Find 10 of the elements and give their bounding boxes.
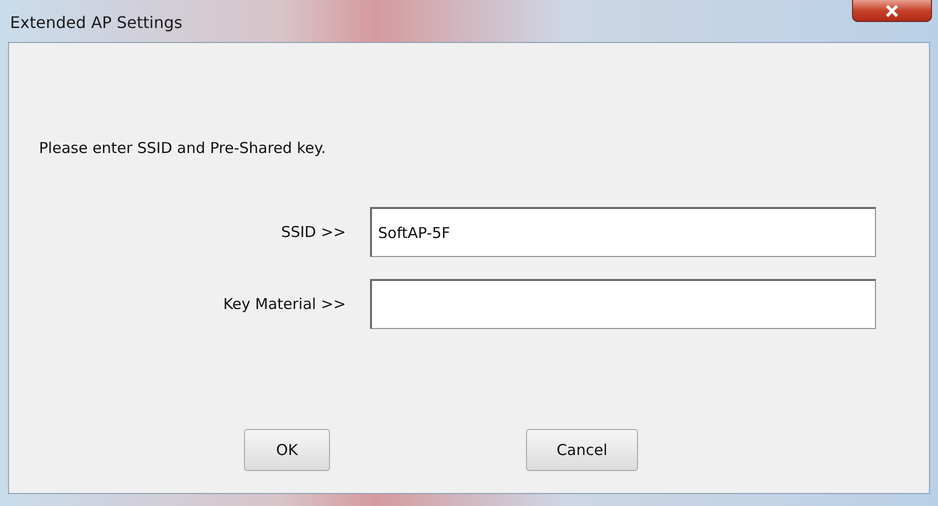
dialog-button[interactable]: Cancel	[526, 429, 638, 471]
close-icon	[885, 4, 899, 16]
close-button[interactable]	[852, 0, 932, 22]
prompt-text: Please enter SSID and Pre-Shared key.	[39, 139, 327, 157]
input-field[interactable]	[370, 279, 876, 329]
field-label: SSID >>	[280, 223, 346, 241]
dialog-button[interactable]: OK	[244, 429, 330, 471]
field-label: Key Material >>	[222, 295, 346, 313]
window-title: Extended AP Settings	[10, 13, 182, 32]
input-field[interactable]: SoftAP-5F	[370, 207, 876, 257]
